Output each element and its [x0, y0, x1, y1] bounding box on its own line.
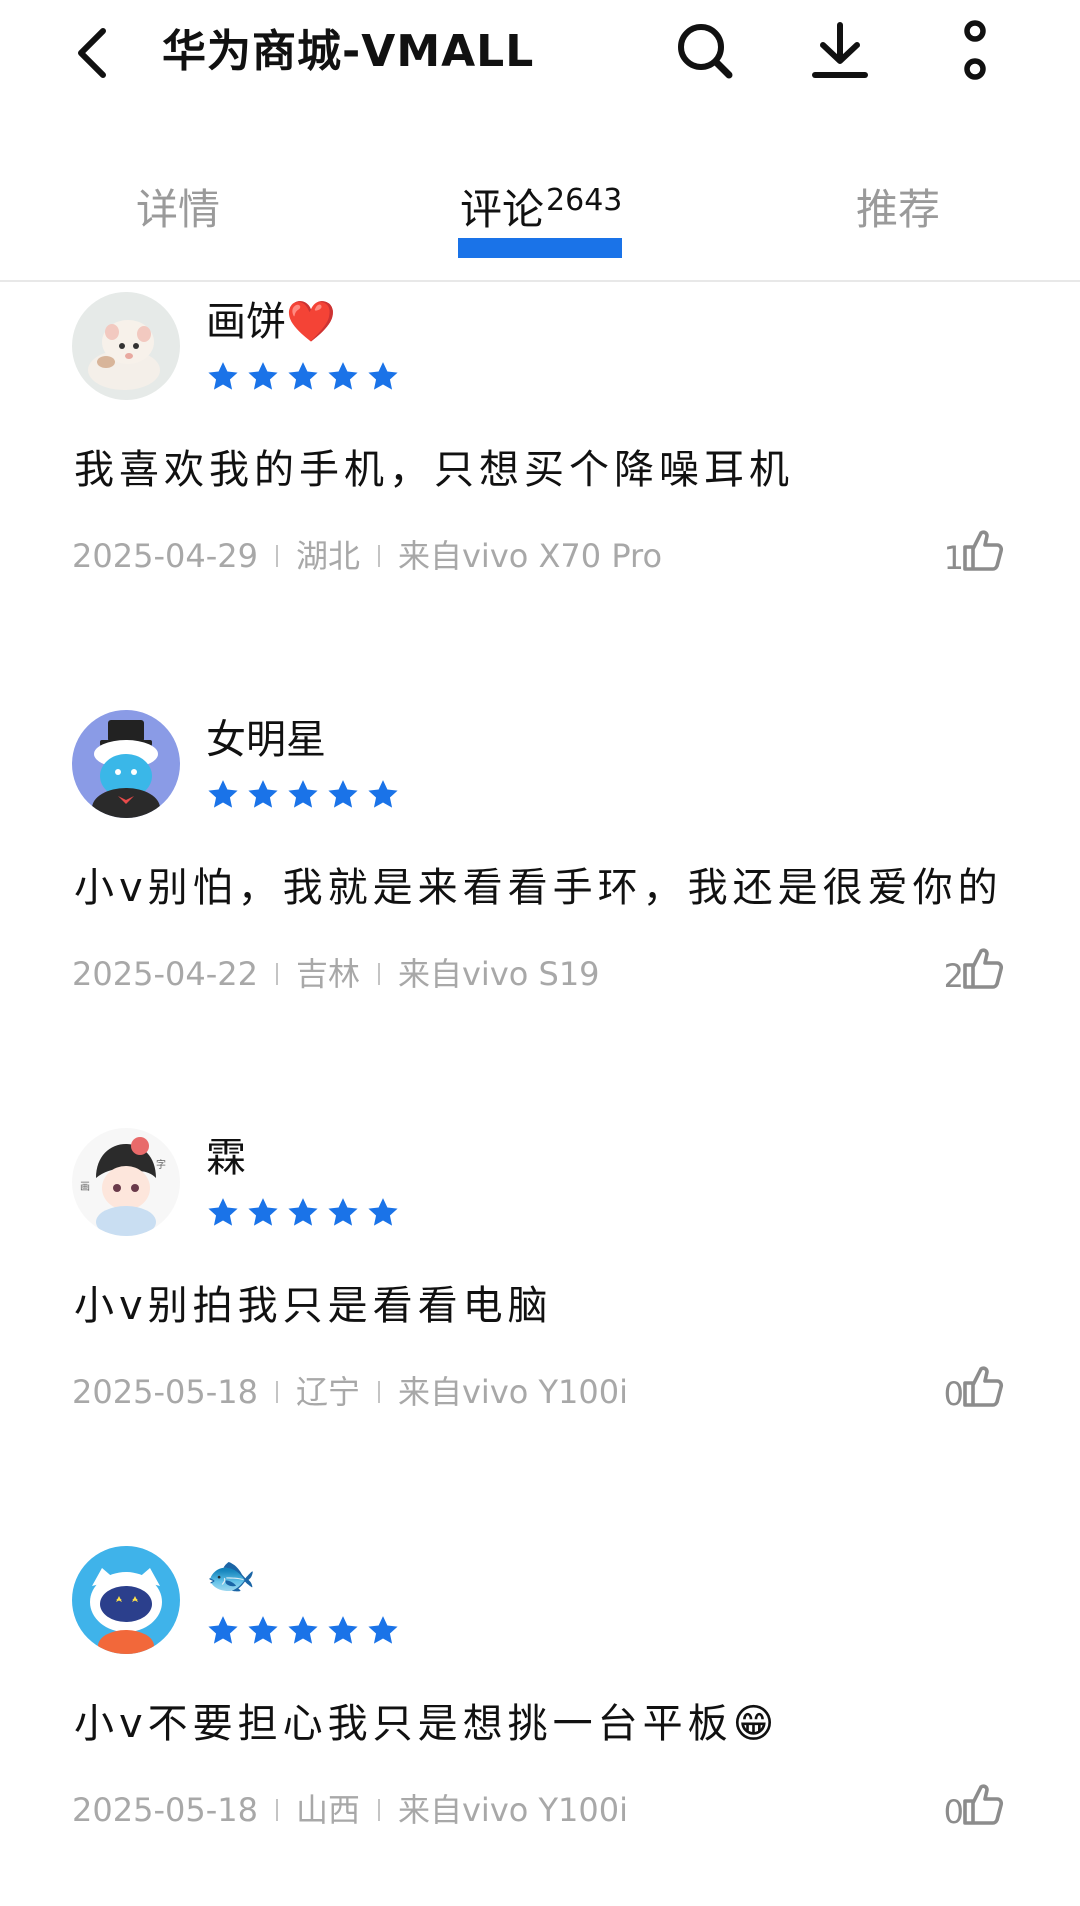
tab-detail[interactable]: 详情 — [136, 180, 220, 260]
star-icon — [286, 360, 320, 396]
review-item: 字 画 霖 小v别拍我只是看看电脑 2025-05-18 辽宁 来自vivo Y… — [0, 1128, 1080, 1488]
divider — [275, 1799, 278, 1821]
star-icon — [366, 778, 400, 814]
star-icon — [326, 1196, 360, 1232]
star-icon — [286, 1196, 320, 1232]
review-item: 🐟 小v不要担心我只是想挑一台平板😁 2025-05-18 山西 来自vivo … — [0, 1546, 1080, 1906]
star-icon — [286, 778, 320, 814]
thumbs-up-icon — [962, 1364, 1004, 1412]
tab-reviews-label: 评论 — [460, 185, 545, 234]
review-text: 小v别拍我只是看看电脑 — [74, 1283, 553, 1329]
star-icon — [286, 1614, 320, 1650]
app-bar: 华为商城-VMALL — [0, 0, 1080, 110]
divider — [275, 1381, 278, 1403]
back-arrow-icon — [75, 27, 109, 83]
review-text: 小v不要担心我只是想挑一台平板😁 — [74, 1701, 780, 1747]
star-icon — [326, 778, 360, 814]
review-device: 来自vivo Y100i — [397, 1791, 629, 1829]
more-options-button[interactable] — [940, 18, 1010, 88]
review-device: 来自vivo X70 Pro — [397, 537, 663, 575]
star-icon — [326, 1614, 360, 1650]
thumbs-up-icon — [962, 528, 1004, 576]
divider — [377, 1381, 380, 1403]
review-text: 小v别怕，我就是来看看手环，我还是很爱你的 — [74, 865, 1003, 911]
star-icon — [206, 778, 240, 814]
review-meta: 2025-04-29 湖北 来自vivo X70 Pro — [72, 534, 662, 578]
divider — [377, 1799, 380, 1821]
username: 🐟 — [206, 1553, 256, 1599]
svg-text:画: 画 — [80, 1182, 90, 1193]
star-rating — [206, 1196, 400, 1232]
review-region: 湖北 — [295, 537, 360, 575]
review-region: 吉林 — [295, 955, 360, 993]
review-date: 2025-04-29 — [72, 537, 258, 575]
review-device: 来自vivo S19 — [397, 955, 600, 993]
star-rating — [206, 1614, 400, 1650]
review-date: 2025-04-22 — [72, 955, 258, 993]
tab-detail-label: 详情 — [136, 185, 221, 234]
search-icon — [675, 21, 735, 85]
star-icon — [206, 360, 240, 396]
thumbs-up-icon — [962, 946, 1004, 994]
like-button[interactable] — [958, 1360, 1008, 1416]
download-icon — [811, 21, 869, 85]
like-button[interactable] — [958, 942, 1008, 998]
username: 画饼❤️ — [206, 299, 336, 345]
like-button[interactable] — [958, 524, 1008, 580]
avatar[interactable] — [72, 1546, 180, 1654]
star-icon — [246, 360, 280, 396]
username: 霖 — [206, 1135, 246, 1181]
review-text: 我喜欢我的手机，只想买个降噪耳机 — [74, 447, 794, 493]
star-rating — [206, 778, 400, 814]
review-device: 来自vivo Y100i — [397, 1373, 629, 1411]
review-meta: 2025-05-18 山西 来自vivo Y100i — [72, 1788, 628, 1832]
review-region: 辽宁 — [295, 1373, 360, 1411]
app-title: 华为商城-VMALL — [162, 26, 535, 77]
star-icon — [206, 1196, 240, 1232]
star-icon — [326, 360, 360, 396]
review-meta: 2025-04-22 吉林 来自vivo S19 — [72, 952, 600, 996]
more-vertical-icon — [960, 20, 990, 86]
review-meta: 2025-05-18 辽宁 来自vivo Y100i — [72, 1370, 628, 1414]
star-icon — [366, 1196, 400, 1232]
star-icon — [246, 1196, 280, 1232]
divider — [377, 963, 380, 985]
star-icon — [366, 360, 400, 396]
review-region: 山西 — [295, 1791, 360, 1829]
avatar[interactable]: 字 画 — [72, 1128, 180, 1236]
avatar[interactable] — [72, 710, 180, 818]
tab-recommend[interactable]: 推荐 — [856, 180, 940, 260]
username: 女明星 — [206, 717, 326, 763]
thumbs-up-icon — [962, 1782, 1004, 1830]
tab-bar: 详情 评论2643 推荐 — [0, 160, 1080, 282]
like-button[interactable] — [958, 1778, 1008, 1834]
back-button[interactable] — [62, 20, 122, 90]
search-button[interactable] — [670, 18, 740, 88]
star-icon — [366, 1614, 400, 1650]
divider — [275, 963, 278, 985]
review-date: 2025-05-18 — [72, 1373, 258, 1411]
reviews-count: 2643 — [546, 183, 623, 218]
review-item: 女明星 小v别怕，我就是来看看手环，我还是很爱你的 2025-04-22 吉林 … — [0, 710, 1080, 1070]
svg-text:字: 字 — [156, 1158, 166, 1171]
tab-recommend-label: 推荐 — [856, 185, 941, 234]
download-button[interactable] — [805, 18, 875, 88]
star-icon — [246, 778, 280, 814]
review-date: 2025-05-18 — [72, 1791, 258, 1829]
divider — [377, 545, 380, 567]
review-item: 画饼❤️ 我喜欢我的手机，只想买个降噪耳机 2025-04-29 湖北 来自vi… — [0, 292, 1080, 652]
star-icon — [246, 1614, 280, 1650]
avatar[interactable] — [72, 292, 180, 400]
active-tab-indicator — [458, 238, 622, 258]
star-icon — [206, 1614, 240, 1650]
star-rating — [206, 360, 400, 396]
divider — [275, 545, 278, 567]
